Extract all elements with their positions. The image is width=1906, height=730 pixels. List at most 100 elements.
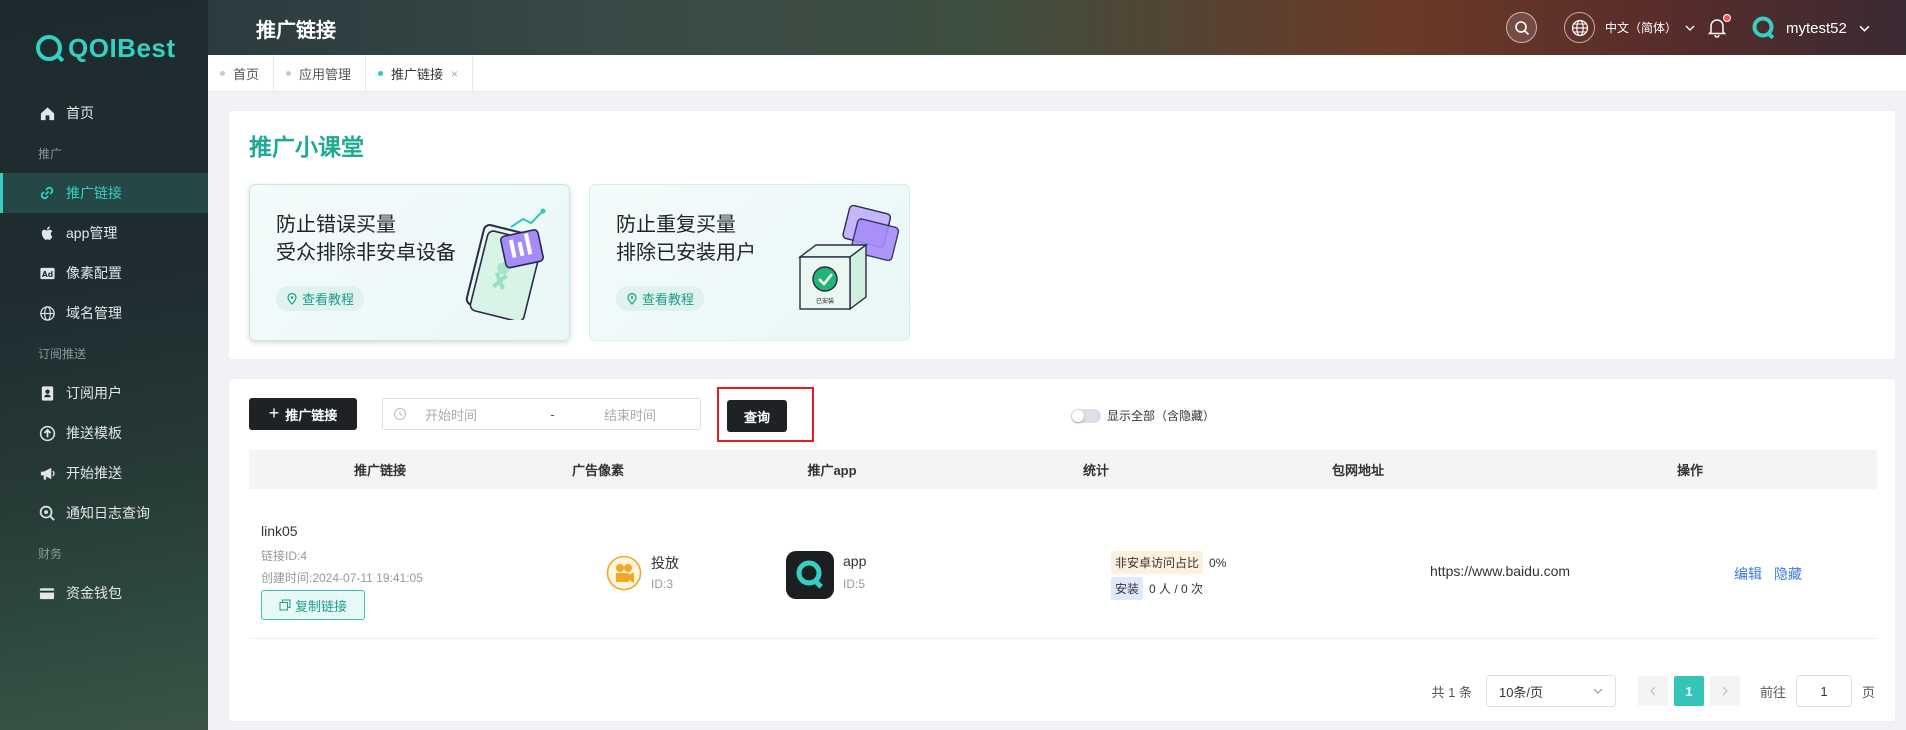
megaphone-icon (38, 464, 56, 482)
edit-link[interactable]: 编辑 (1734, 564, 1762, 584)
next-page-button[interactable] (1709, 676, 1740, 706)
install-tag: 安装 (1111, 577, 1144, 600)
app-logo-icon (786, 551, 834, 599)
query-highlight-box: 查询 (717, 387, 814, 442)
installed-box-illustration: 已安装 (797, 205, 900, 311)
prev-page-button[interactable] (1637, 676, 1668, 706)
copy-link-button[interactable]: 复制链接 (261, 590, 365, 620)
search-icon (1514, 20, 1529, 35)
sidebar-item-upload[interactable]: 推送模板 (0, 413, 208, 453)
query-button[interactable]: 查询 (727, 400, 787, 432)
add-link-button[interactable]: + 推广链接 (249, 398, 357, 430)
chevron-down-icon (1859, 25, 1870, 32)
tab-dot (378, 71, 384, 76)
sidebar-item-ad[interactable]: Ad 像素配置 (0, 253, 208, 293)
sidebar-item-globe[interactable]: 域名管理 (0, 293, 208, 333)
sidebar-item-label: 开始推送 (66, 465, 122, 481)
apple-icon (38, 224, 56, 242)
end-time-input[interactable]: 结束时间 (580, 405, 680, 424)
sidebar-item-wallet[interactable]: 资金钱包 (0, 573, 208, 613)
non-android-value: 0% (1209, 555, 1227, 570)
page-number-current[interactable]: 1 (1673, 676, 1704, 706)
plus-icon: + (268, 402, 280, 423)
sidebar-item-label: 首页 (66, 105, 94, 121)
lesson-card-text: 防止错误买量 受众排除非安卓设备 (276, 211, 456, 267)
view-tutorial-button[interactable]: 查看教程 (276, 286, 365, 311)
sidebar-item-search-log[interactable]: 通知日志查询 (0, 493, 208, 533)
page-unit-label: 页 (1861, 684, 1875, 700)
lesson-card-text: 防止重复买量 排除已安装用户 (616, 211, 756, 267)
sidebar-item-label: 资金钱包 (66, 585, 122, 601)
sidebar-item-link[interactable]: 推广链接 (0, 173, 208, 213)
language-selector[interactable]: 中文（简体） (1564, 12, 1695, 43)
clock-icon (393, 407, 407, 421)
installed-art-label: 已安装 (816, 297, 834, 305)
col-link: 推广链接 (353, 463, 406, 478)
phone-chart-illustration (465, 208, 546, 320)
view-tutorial-button[interactable]: 查看教程 (616, 286, 705, 311)
chevron-left-icon (1650, 686, 1656, 696)
package-url: https://www.baidu.com (1430, 563, 1571, 579)
sidebar-item-label: 域名管理 (66, 305, 122, 321)
install-value: 0 人 / 0 次 (1149, 582, 1204, 596)
page-title: 推广链接 (256, 20, 336, 42)
app-name: app (843, 553, 867, 569)
date-range-picker[interactable]: 开始时间 - 结束时间 (382, 398, 701, 430)
close-icon[interactable]: × (451, 67, 458, 81)
page-size-select[interactable]: 10条/页 (1485, 675, 1616, 707)
goto-page-input[interactable]: 1 (1795, 675, 1852, 707)
lesson-card-android[interactable]: 防止错误买量 受众排除非安卓设备 查看教程 (249, 184, 570, 341)
chevron-down-icon (1593, 688, 1603, 694)
table-header: 推广链接 广告像素 推广app 统计 包网地址 操作 (249, 450, 1877, 489)
tab-item[interactable]: 应用管理 (274, 55, 367, 92)
tab-label: 推广链接 (391, 67, 444, 82)
sidebar-item-label: app管理 (66, 225, 118, 241)
ad-icon: Ad (38, 264, 56, 282)
show-all-label: 显示全部（含隐藏） (1107, 409, 1216, 423)
notification-button[interactable] (1707, 14, 1731, 39)
lesson-card-line1: 防止错误买量 (276, 214, 396, 236)
globe-icon (1564, 12, 1595, 43)
sidebar-item-megaphone[interactable]: 开始推送 (0, 453, 208, 493)
start-time-input[interactable]: 开始时间 (425, 405, 525, 424)
search-button[interactable] (1506, 12, 1537, 43)
sidebar-group-label: 推广 (38, 146, 63, 161)
col-actions: 操作 (1676, 463, 1703, 478)
app-id: ID:5 (843, 577, 866, 591)
sidebar-item-label: 推广链接 (66, 185, 122, 201)
non-android-tag: 非安卓访问占比 (1111, 551, 1204, 574)
language-label: 中文（简体） (1605, 21, 1678, 35)
wallet-icon (38, 584, 56, 602)
user-menu[interactable]: mytest52 (1750, 13, 1870, 43)
sidebar-group-label: 订阅推送 (38, 346, 87, 361)
sidebar-item-label: 像素配置 (66, 265, 122, 281)
toggle-switch[interactable] (1071, 408, 1101, 423)
location-pin-icon (627, 292, 637, 305)
lesson-card-line1: 防止重复买量 (616, 214, 736, 236)
lesson-card-line2: 受众排除非安卓设备 (276, 242, 456, 264)
page-scrollbar[interactable] (1898, 92, 1906, 730)
page-size-value: 10条/页 (1498, 684, 1544, 700)
chevron-right-icon (1722, 686, 1728, 696)
table-row: link05 链接ID:4 创建时间:2024-07-11 19:41:05 复… (249, 489, 1877, 639)
col-app: 推广app (807, 463, 857, 478)
home-icon (38, 104, 56, 122)
sidebar-item-label: 订阅用户 (66, 385, 122, 401)
tab-item[interactable]: 首页 (208, 55, 275, 92)
sidebar-item-apple[interactable]: app管理 (0, 213, 208, 253)
sidebar-item-contact[interactable]: 订阅用户 (0, 373, 208, 413)
lesson-title: 推广小课堂 (249, 134, 364, 160)
col-pixel: 广告像素 (571, 463, 624, 478)
show-all-toggle[interactable]: 显示全部（含隐藏） (1071, 407, 1215, 424)
lesson-card-installed[interactable]: 防止重复买量 排除已安装用户 查看教程 已安装 (589, 184, 910, 341)
pixel-name: 投放 (651, 555, 679, 571)
link-id: 链接ID:4 (261, 549, 308, 563)
sidebar-item-home[interactable]: 首页 (0, 93, 208, 133)
hide-link[interactable]: 隐藏 (1774, 564, 1802, 584)
view-tutorial-label: 查看教程 (642, 292, 695, 307)
username: mytest52 (1786, 19, 1847, 37)
link-icon (38, 184, 56, 202)
tab-item[interactable]: 推广链接 × (366, 55, 474, 92)
search-log-icon (38, 504, 56, 522)
date-separator: - (550, 406, 555, 422)
